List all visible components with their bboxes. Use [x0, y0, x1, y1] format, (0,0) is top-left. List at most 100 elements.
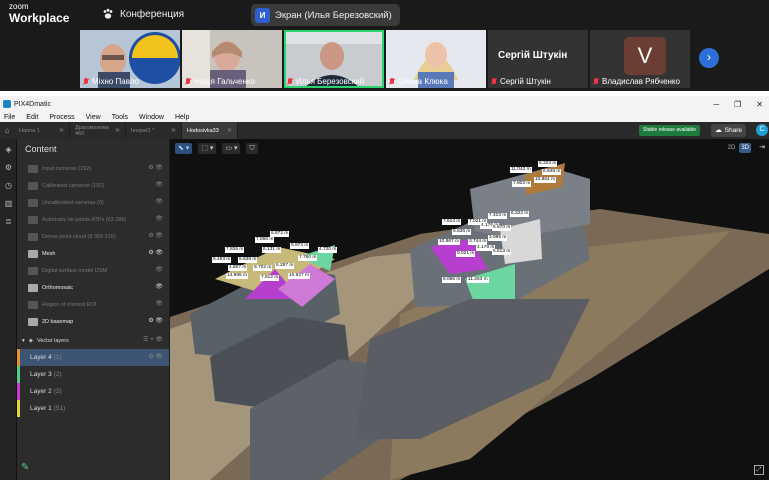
vector-actions[interactable]: ☰ + 👁	[143, 336, 163, 343]
minimize-icon[interactable]: ─	[713, 100, 719, 109]
vector-layers-header[interactable]: ▾ ◈ Vector layers ☰ + 👁	[17, 332, 169, 349]
select-tool-button[interactable]: ⬉ ▾	[175, 143, 193, 154]
menu-process[interactable]: Process	[49, 114, 74, 121]
measurement-label[interactable]: 10.864 m	[534, 177, 557, 183]
crop-tool-button[interactable]: ⬚ ▾	[198, 143, 217, 154]
content-item[interactable]: Mesh ⚙ 👁	[17, 245, 169, 262]
measurement-label[interactable]: 5.297 m	[275, 263, 295, 269]
measurement-label[interactable]: 7.826 m	[225, 247, 245, 253]
menu-edit[interactable]: Edit	[26, 114, 38, 121]
measurement-label[interactable]: 6.322 m	[510, 211, 530, 217]
measurement-label[interactable]: 5.870 m	[492, 225, 512, 231]
tab-project[interactable]: hnopel1 * ✕	[126, 122, 182, 139]
item-actions[interactable]: 👁	[155, 266, 163, 273]
content-item[interactable]: Uncalibrated cameras (0) 👁	[17, 194, 169, 211]
item-actions[interactable]: ⚙ 👁	[148, 249, 163, 256]
view-3d-button[interactable]: 3D	[739, 143, 751, 153]
participant-tile[interactable]: V Владислав Рябченко	[590, 30, 690, 88]
content-item[interactable]: Orthomosaic 👁	[17, 279, 169, 296]
meeting-title[interactable]: Конференция	[102, 8, 184, 20]
share-button[interactable]: Share	[711, 124, 746, 137]
measurement-label[interactable]: 4.720 m	[318, 247, 338, 253]
3d-viewport[interactable]: ⬉ ▾ ⬚ ▾ ▭ ▾ ⛉ 2D 3D ⇥ 6.872 m 7.866 m 7.…	[170, 139, 769, 480]
vector-layer-item[interactable]: Layer 3 (2)	[17, 366, 169, 383]
tab-project[interactable]: Драгоманова 46б ✕	[70, 122, 126, 139]
tab-project-active[interactable]: Hodosivka33 ✕	[182, 122, 238, 139]
gear-icon[interactable]: ⚙	[4, 163, 13, 172]
vector-layer-item[interactable]: Layer 1 (51)	[17, 400, 169, 417]
menu-file[interactable]: File	[4, 114, 15, 121]
item-actions[interactable]: 👁	[155, 198, 163, 205]
list-icon[interactable]: ≣	[4, 217, 13, 226]
measurement-label[interactable]: 9.702 m	[253, 265, 273, 271]
participant-tile-active[interactable]: Илья Березовский	[284, 30, 384, 88]
measurement-label[interactable]: 7.866 m	[255, 237, 275, 243]
menu-window[interactable]: Window	[139, 114, 164, 121]
chevron-down-icon[interactable]: ▾	[22, 338, 25, 344]
close-tab-icon[interactable]: ✕	[115, 127, 120, 134]
item-actions[interactable]: 👁	[155, 283, 163, 290]
measurement-label[interactable]: 5.536 m	[452, 229, 472, 235]
measurement-label[interactable]: 7.903 m	[512, 181, 532, 187]
measurement-label[interactable]: 6.849 m	[542, 169, 562, 175]
content-item[interactable]: Digital surface model DSM 👁	[17, 262, 169, 279]
user-avatar[interactable]: C	[756, 124, 768, 136]
content-item[interactable]: Dense point cloud (8 358 215) ⚙ 👁	[17, 228, 169, 245]
measurement-label[interactable]: 7.614 m	[442, 219, 462, 225]
vector-layer-item[interactable]: Layer 2 (2)	[17, 383, 169, 400]
tab-project[interactable]: Hanna 1 ✕	[14, 122, 70, 139]
layers-icon[interactable]: ◈	[4, 145, 13, 154]
pencil-icon[interactable]: ✎	[21, 462, 29, 473]
measurement-label[interactable]: 7.403 m	[488, 213, 508, 219]
shield-tool-button[interactable]: ⛉	[246, 143, 258, 154]
measurement-label[interactable]: 5.973 m	[290, 243, 310, 249]
content-item[interactable]: Calibrated cameras (192) 👁	[17, 177, 169, 194]
close-icon[interactable]: ✕	[756, 100, 763, 109]
item-actions[interactable]: ⚙ 👁	[148, 164, 163, 171]
screen-share-pill[interactable]: И Экран (Илья Березовский)	[251, 4, 400, 26]
participant-tile[interactable]: Олена Клюка	[386, 30, 486, 88]
item-actions[interactable]: 👁	[155, 300, 163, 307]
menu-view[interactable]: View	[86, 114, 101, 121]
menu-help[interactable]: Help	[175, 114, 189, 121]
chart-icon[interactable]: ▥	[4, 199, 13, 208]
participant-tile[interactable]: Надія Гальченко	[182, 30, 282, 88]
item-actions[interactable]: 👁	[155, 181, 163, 188]
participant-tile[interactable]: Сергій Штукін Сергій Штукін	[488, 30, 588, 88]
measurement-label[interactable]: 11.263 m	[467, 277, 489, 283]
layer-actions[interactable]: ⚙ 👁	[148, 353, 163, 360]
measurement-label[interactable]: 3.995 m	[488, 235, 508, 241]
measurement-label[interactable]: 5.638 m	[238, 257, 258, 263]
menu-tools[interactable]: Tools	[112, 114, 128, 121]
measurement-label[interactable]: 11.042 m	[510, 167, 532, 173]
next-page-button[interactable]: ›	[699, 48, 719, 68]
measurement-label[interactable]: 5.513 m	[492, 249, 512, 255]
measurement-label[interactable]: 10.867 m	[438, 239, 461, 245]
measurement-label[interactable]: 7.760 m	[298, 255, 318, 261]
home-icon[interactable]: ⌂	[0, 126, 14, 135]
view-2d-button[interactable]: 2D	[726, 143, 738, 153]
item-actions[interactable]: ⚙ 👁	[148, 232, 163, 239]
measurement-label[interactable]: 9.021 m	[456, 251, 476, 257]
measurement-label[interactable]: 5.483 m	[212, 257, 232, 263]
close-tab-icon[interactable]: ✕	[171, 127, 176, 134]
content-item[interactable]: 2D basemap ⚙ 👁	[17, 313, 169, 330]
measurement-label[interactable]: 7.812 m	[260, 275, 280, 281]
measurement-label[interactable]: 6.322 m	[538, 161, 558, 167]
measurement-label[interactable]: 10.927 m	[288, 273, 311, 279]
content-item[interactable]: Region of interest ROI 👁	[17, 296, 169, 313]
close-tab-icon[interactable]: ✕	[227, 127, 232, 134]
history-icon[interactable]: ◷	[4, 181, 13, 190]
content-item[interactable]: Automatic tie points ATPs (63 289) 👁	[17, 211, 169, 228]
measurement-label[interactable]: 1.607 m	[228, 265, 248, 271]
item-actions[interactable]: 👁	[155, 215, 163, 222]
view-tool-button[interactable]: ▭ ▾	[222, 143, 241, 154]
close-tab-icon[interactable]: ✕	[59, 127, 64, 134]
fullscreen-icon[interactable]: ⤢	[754, 465, 764, 475]
participant-tile[interactable]: Міхно Павло	[80, 30, 180, 88]
collapse-panel-icon[interactable]: ⇥	[759, 143, 765, 151]
vector-layer-item[interactable]: Layer 4 (1) ⚙ 👁	[17, 349, 169, 366]
measurement-label[interactable]: 14.995 m	[226, 273, 249, 279]
content-item[interactable]: Input cameras (192) ⚙ 👁	[17, 160, 169, 177]
maximize-icon[interactable]: ❐	[734, 100, 741, 109]
